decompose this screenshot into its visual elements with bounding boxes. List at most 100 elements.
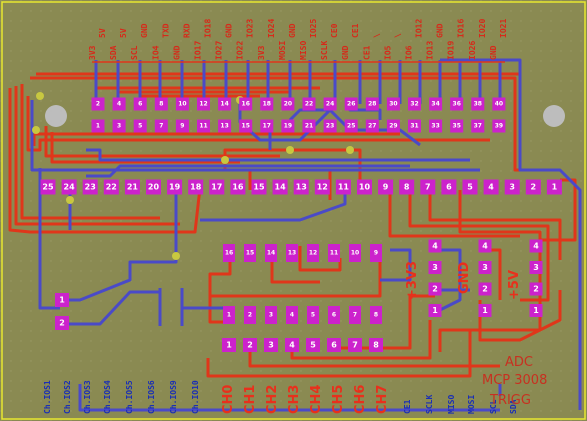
ic-upper-pad-label: 3 <box>269 312 273 319</box>
ribbon-pad-label: 4 <box>488 183 494 192</box>
ribbon-pad-label: 23 <box>85 183 96 192</box>
ribbon-pad: 2 <box>525 179 541 195</box>
header-label-bottom: 5V <box>98 28 107 38</box>
ic-top-pad-label: 10 <box>351 250 359 257</box>
ribbon-pad: 11 <box>335 179 351 195</box>
header-label-top: GND <box>489 45 498 60</box>
gpio-pad-even: 30 <box>386 97 400 111</box>
ic-upper-pad: 1 <box>223 306 235 324</box>
gpio-pad-odd: 27 <box>365 119 379 133</box>
ribbon-pad: 10 <box>357 179 372 195</box>
ic-lower-pad: 1 <box>222 338 236 352</box>
header-label-top: IO5 <box>383 45 392 60</box>
ribbon-pad: 4 <box>483 179 499 195</box>
gpio-pad-odd: 37 <box>471 119 485 133</box>
gpio-pad-odd-label: 35 <box>453 123 461 130</box>
ribbon-pad-label: 16 <box>232 183 244 192</box>
gpio-pad-even: 12 <box>197 97 210 111</box>
ribbon-pad-label: 5 <box>467 183 473 192</box>
ribbon-pad-label: 20 <box>148 183 160 192</box>
channel-label: CE1 <box>403 399 412 414</box>
ribbon-pad: 20 <box>146 179 161 195</box>
header-label-top: IO27 <box>215 41 224 60</box>
ic-upper-pad-label: 1 <box>227 312 231 319</box>
header-label-bottom: \ <box>372 33 381 38</box>
ic-lower-pad: 6 <box>327 338 341 352</box>
gpio-pad-even: 6 <box>133 97 147 111</box>
power-pad: 1 <box>478 304 492 317</box>
ribbon-pad-label: 22 <box>106 183 117 192</box>
gpio-pad-even-label: 28 <box>368 101 376 108</box>
gpio-pad-even-label: 8 <box>159 101 163 108</box>
channel-label: CH7 <box>375 385 390 414</box>
header-label-bottom: GND <box>436 23 445 38</box>
channel-label: CH2 <box>265 385 280 414</box>
gpio-pad-odd-label: 5 <box>138 123 142 130</box>
channel-label: CH3 <box>287 385 302 414</box>
gpio-pad-odd-label: 13 <box>220 123 228 130</box>
ribbon-pad: 13 <box>293 179 309 195</box>
gpio-pad-odd-label: 19 <box>284 123 292 130</box>
header-label-bottom: CE0 <box>330 23 339 38</box>
power-pad: 4 <box>529 239 543 253</box>
ribbon-pad: 1 <box>546 179 562 195</box>
mounting-hole <box>543 105 565 127</box>
header-label-top: GND <box>341 45 350 60</box>
gpio-pad-odd-label: 29 <box>389 123 397 130</box>
header-label-bottom: CE1 <box>351 23 360 38</box>
gpio-pad-odd-label: 25 <box>347 123 355 130</box>
header-label-top: MISO <box>299 41 308 60</box>
gpio-pad-even: 2 <box>91 97 105 111</box>
ic-top-pad: 12 <box>307 244 319 262</box>
gpio-pad-odd-label: 15 <box>242 123 250 130</box>
ic-upper-pad-label: 8 <box>374 312 378 319</box>
channel-label: Ch.IO10 <box>191 380 200 414</box>
power-pad-label: 2 <box>432 285 438 294</box>
header-label-bottom: IO16 <box>457 19 466 38</box>
gpio-pad-odd: 13 <box>218 119 232 133</box>
power-pad-label: 2 <box>533 285 539 294</box>
ribbon-pad-label: 7 <box>425 183 431 192</box>
ribbon-pad-label: 12 <box>317 183 328 192</box>
gpio-pad-even-label: 10 <box>178 101 186 108</box>
channel-label: CH5 <box>331 385 346 414</box>
power-pad-label: 2 <box>482 285 488 294</box>
ribbon-pad: 19 <box>167 179 183 195</box>
channel-label: Ch.IOS3 <box>83 380 92 414</box>
ribbon-pad-label: 11 <box>338 183 350 192</box>
gpio-pad-odd-label: 1 <box>96 123 100 130</box>
ribbon-pad: 21 <box>124 179 140 195</box>
ic-lower-pad: 5 <box>306 338 320 352</box>
gpio-pad-even: 8 <box>154 97 168 111</box>
connector-pad-label: 1 <box>59 296 65 305</box>
ribbon-pad-label: 3 <box>509 183 515 192</box>
ribbon-pad: 18 <box>188 179 204 195</box>
gpio-pad-odd-label: 21 <box>305 123 313 130</box>
gpio-pad-even-label: 12 <box>199 101 207 108</box>
mounting-hole <box>45 105 67 127</box>
gpio-pad-even-label: 30 <box>389 101 397 108</box>
ic-upper-pad: 4 <box>286 306 298 324</box>
channel-label: Ch.IOS5 <box>125 380 134 414</box>
gpio-pad-even-label: 38 <box>474 101 482 108</box>
ribbon-pad-label: 8 <box>404 183 410 192</box>
ic-lower-pad: 7 <box>348 338 362 352</box>
gpio-pad-odd-label: 7 <box>159 123 163 130</box>
ribbon-pad-label: 24 <box>64 183 76 192</box>
ic-top-pad: 16 <box>223 244 235 262</box>
gpio-pad-odd-label: 31 <box>410 123 418 130</box>
header-label-top: IO6 <box>405 45 414 60</box>
ic-upper-pad: 2 <box>244 306 256 324</box>
gpio-pad-even: 24 <box>323 97 337 111</box>
ic-top-pad-label: 13 <box>288 250 296 257</box>
ic-lower-pad-label: 6 <box>331 341 337 350</box>
gpio-pad-even-label: 18 <box>263 101 271 108</box>
power-pad: 1 <box>529 304 543 317</box>
ic-lower-pad-label: 3 <box>268 341 274 350</box>
power-label-3v3: +3V3 <box>405 261 420 300</box>
gpio-pad-even: 36 <box>450 97 464 111</box>
ic-lower-pad: 4 <box>285 338 299 352</box>
gpio-pad-even: 16 <box>239 97 253 111</box>
gpio-pad-even-label: 32 <box>410 101 418 108</box>
channel-label: Ch.IOS1 <box>43 380 52 414</box>
